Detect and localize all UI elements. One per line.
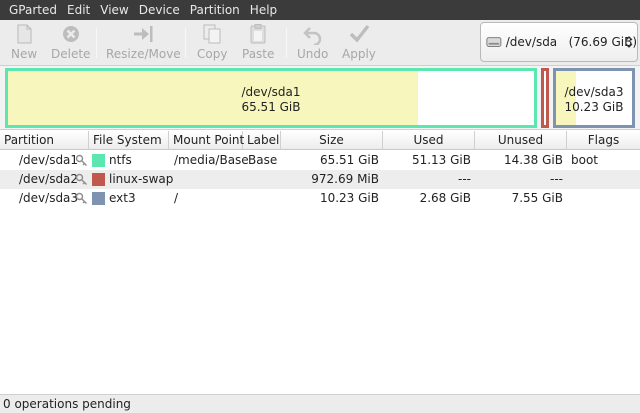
cell-partition: /dev/sda2	[19, 172, 79, 186]
menu-view[interactable]: View	[95, 0, 133, 20]
cell-flags: boot	[571, 153, 599, 167]
cell-filesystem: linux-swap	[109, 172, 174, 186]
filesystem-color-swatch	[92, 154, 105, 167]
cell-partition: /dev/sda1	[19, 153, 79, 167]
cell-mountpoint: /media/Base	[174, 153, 249, 167]
cell-used: ---	[458, 172, 471, 186]
column-header-filesystem[interactable]: File System	[89, 131, 169, 150]
column-header-size[interactable]: Size	[281, 131, 383, 150]
partition-block-name: /dev/sda1	[241, 85, 301, 99]
toolbar-separator	[96, 28, 97, 58]
partition-block-sda3[interactable]: /dev/sda3 10.23 GiB	[553, 68, 635, 128]
disk-partition-map: /dev/sda1 65.51 GiB /dev/sda3 10.23 GiB	[0, 66, 640, 130]
new-button[interactable]: New	[11, 23, 37, 63]
table-row[interactable]: /dev/sda2 linux-swap 972.69 MiB --- ---	[0, 170, 640, 189]
cell-partition: /dev/sda3	[19, 191, 79, 205]
status-text: 0 operations pending	[3, 397, 131, 411]
undo-icon	[302, 27, 321, 45]
menu-gparted[interactable]: GParted	[4, 0, 62, 20]
free-space-fill	[544, 71, 546, 125]
partition-block-size: 65.51 GiB	[241, 100, 301, 114]
toolbar-separator	[286, 28, 287, 58]
delete-label: Delete	[51, 47, 91, 61]
chevron-up-down-icon	[625, 36, 633, 48]
apply-label: Apply	[342, 47, 376, 61]
menu-help[interactable]: Help	[245, 0, 282, 20]
status-bar: 0 operations pending	[0, 394, 640, 413]
delete-icon	[62, 26, 79, 42]
cell-used: 51.13 GiB	[411, 153, 471, 167]
partition-block-name: /dev/sda3	[564, 85, 624, 99]
new-icon	[17, 24, 32, 44]
paste-label: Paste	[242, 47, 275, 61]
table-row[interactable]: /dev/sda3 ext3 / 10.23 GiB 2.68 GiB 7.55…	[0, 189, 640, 208]
undo-button[interactable]: Undo	[297, 23, 328, 63]
device-selector-label: /dev/sda (76.69 GiB)	[505, 35, 637, 49]
menubar: GParted Edit View Device Partition Help	[0, 0, 640, 20]
copy-button[interactable]: Copy	[197, 23, 227, 63]
copy-label: Copy	[197, 47, 228, 61]
partition-table: Partition File System Mount Point Label …	[0, 131, 640, 394]
column-header-unused[interactable]: Unused	[475, 131, 567, 150]
column-header-partition[interactable]: Partition	[0, 131, 89, 150]
cell-used: 2.68 GiB	[419, 191, 471, 205]
paste-button[interactable]: Paste	[242, 23, 274, 63]
column-header-mountpoint[interactable]: Mount Point	[169, 131, 244, 150]
filesystem-color-swatch	[92, 173, 105, 186]
key-icon	[75, 173, 87, 185]
menu-edit[interactable]: Edit	[62, 0, 95, 20]
menu-device[interactable]: Device	[134, 0, 185, 20]
toolbar-separator	[185, 28, 186, 58]
column-header-used[interactable]: Used	[383, 131, 475, 150]
partition-block-size: 10.23 GiB	[564, 100, 624, 114]
menu-partition[interactable]: Partition	[185, 0, 245, 20]
column-header-label[interactable]: Label	[243, 131, 281, 150]
cell-label: Base	[248, 153, 278, 167]
hard-disk-icon	[486, 37, 502, 47]
cell-size: 10.23 GiB	[319, 191, 379, 205]
filesystem-color-swatch	[92, 192, 105, 205]
cell-unused: ---	[550, 172, 563, 186]
resize-move-label: Resize/Move	[106, 47, 181, 61]
cell-filesystem: ntfs	[109, 153, 132, 167]
cell-size: 972.69 MiB	[311, 172, 379, 186]
apply-check-icon	[349, 24, 370, 43]
table-row[interactable]: /dev/sda1 ntfs /media/Base Base 65.51 Gi…	[0, 151, 640, 170]
copy-icon	[203, 24, 221, 44]
paste-icon	[250, 24, 266, 44]
cell-unused: 14.38 GiB	[503, 153, 563, 167]
partition-block-sda2[interactable]	[541, 68, 549, 128]
key-icon	[75, 154, 87, 166]
device-selector[interactable]: /dev/sda (76.69 GiB)	[480, 22, 638, 62]
new-label: New	[11, 47, 38, 61]
column-header-flags[interactable]: Flags	[567, 131, 640, 150]
resize-move-icon	[134, 26, 153, 42]
delete-button[interactable]: Delete	[51, 23, 90, 63]
resize-move-button[interactable]: Resize/Move	[106, 23, 181, 63]
cell-unused: 7.55 GiB	[511, 191, 563, 205]
table-header: Partition File System Mount Point Label …	[0, 131, 640, 150]
cell-filesystem: ext3	[109, 191, 136, 205]
undo-label: Undo	[297, 47, 329, 61]
cell-mountpoint: /	[174, 191, 179, 205]
cell-size: 65.51 GiB	[319, 153, 379, 167]
key-icon	[75, 192, 87, 204]
partition-block-sda1[interactable]: /dev/sda1 65.51 GiB	[5, 68, 537, 128]
apply-button[interactable]: Apply	[342, 23, 376, 63]
